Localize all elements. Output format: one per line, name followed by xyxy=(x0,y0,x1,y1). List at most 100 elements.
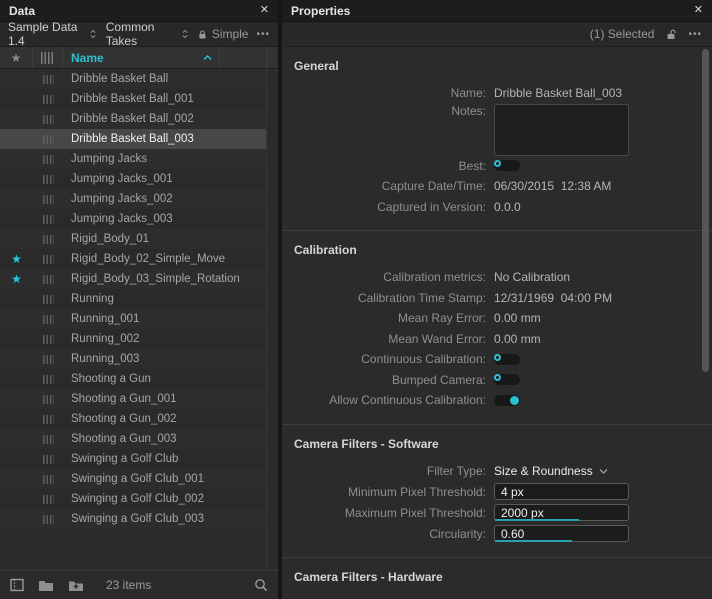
take-icon-cell xyxy=(33,75,63,84)
property-row: Filter Type:Size & Roundness xyxy=(282,461,712,482)
folder-icon[interactable] xyxy=(38,579,54,592)
take-row[interactable]: ★ Rigid_Body_02_Simple_Move xyxy=(0,249,266,269)
take-row[interactable]: Shooting a Gun_003 xyxy=(0,429,266,449)
take-row[interactable]: Swinging a Golf Club_002 xyxy=(0,489,266,509)
properties-section: CalibrationCalibration metrics:No Calibr… xyxy=(282,231,712,424)
slider-fill xyxy=(495,519,579,521)
take-list: Dribble Basket Ball Dribble Basket Ball_… xyxy=(0,69,267,570)
data-toolbar: Sample Data 1.4 Common Takes Simple ••• xyxy=(0,22,278,47)
property-label: Maximum Pixel Threshold: xyxy=(292,506,486,520)
session-pane-icon[interactable] xyxy=(10,578,24,592)
property-value: No Calibration xyxy=(494,270,570,284)
notes-field[interactable] xyxy=(494,104,629,156)
take-row[interactable]: Running_002 xyxy=(0,329,266,349)
star-column-header[interactable]: ★ xyxy=(0,47,33,68)
take-row[interactable]: Swinging a Golf Club_003 xyxy=(0,509,266,529)
take-row[interactable]: Shooting a Gun_002 xyxy=(0,409,266,429)
take-icon-cell xyxy=(33,155,63,164)
property-value: 0.00 mm xyxy=(494,311,541,325)
take-row[interactable]: Dribble Basket Ball_001 xyxy=(0,89,266,109)
take-row[interactable]: Swinging a Golf Club_001 xyxy=(0,469,266,489)
row-star-icon[interactable]: ★ xyxy=(0,252,33,266)
take-name: Jumping Jacks_002 xyxy=(63,193,173,205)
property-row: Continuous Calibration: xyxy=(282,349,712,370)
data-menu-button[interactable]: ••• xyxy=(256,29,270,40)
simple-mode-label[interactable]: Simple xyxy=(212,27,249,41)
filter-type-dropdown[interactable]: Size & Roundness xyxy=(494,464,608,478)
data-titlebar: Data ✕ xyxy=(0,0,278,22)
section-header: General xyxy=(282,59,712,73)
properties-menu-button[interactable]: ••• xyxy=(688,29,702,40)
list-header: ★ Name xyxy=(0,47,278,69)
unlock-icon[interactable] xyxy=(666,29,676,40)
toggle-knob xyxy=(494,354,501,361)
property-value: 12/31/1969 04:00 PM xyxy=(494,291,612,305)
session-selector[interactable]: Sample Data 1.4 xyxy=(8,20,96,48)
take-row[interactable]: Jumping Jacks_003 xyxy=(0,209,266,229)
take-bars-icon xyxy=(43,335,54,344)
item-count: 23 items xyxy=(106,578,151,592)
take-row[interactable]: Jumping Jacks_002 xyxy=(0,189,266,209)
name-column-label: Name xyxy=(71,51,104,65)
property-row: Captured in Version:0.0.0 xyxy=(282,197,712,218)
toggle-switch[interactable] xyxy=(494,374,520,385)
take-row[interactable]: Running xyxy=(0,289,266,309)
new-folder-icon[interactable] xyxy=(68,579,84,592)
value-input[interactable]: 0.60 xyxy=(494,525,629,542)
take-bars-icon xyxy=(43,255,54,264)
close-icon[interactable]: ✕ xyxy=(694,5,703,16)
take-row[interactable]: Shooting a Gun_001 xyxy=(0,389,266,409)
lock-icon[interactable] xyxy=(198,29,207,40)
takes-column-header[interactable] xyxy=(33,47,63,68)
property-row: Capture Date/Time:06/30/2015 12:38 AM xyxy=(282,176,712,197)
take-name: Shooting a Gun_002 xyxy=(63,413,177,425)
take-row[interactable]: Shooting a Gun xyxy=(0,369,266,389)
take-row[interactable]: Running_001 xyxy=(0,309,266,329)
value-input[interactable]: 4 px xyxy=(494,483,629,500)
property-label: Calibration Time Stamp: xyxy=(292,291,486,305)
take-row[interactable]: Dribble Basket Ball_003 xyxy=(0,129,266,149)
property-label: Best: xyxy=(292,159,486,173)
scrollbar-thumb[interactable] xyxy=(702,49,709,372)
value-input[interactable]: 2000 px xyxy=(494,504,629,521)
take-icon-cell xyxy=(33,95,63,104)
toggle-switch[interactable] xyxy=(494,160,520,171)
close-icon[interactable]: ✕ xyxy=(260,5,269,16)
take-list-wrap: Dribble Basket Ball Dribble Basket Ball_… xyxy=(0,69,278,570)
star-icon: ★ xyxy=(11,51,22,65)
take-row[interactable]: Jumping Jacks xyxy=(0,149,266,169)
take-row[interactable]: Jumping Jacks_001 xyxy=(0,169,266,189)
take-bars-icon xyxy=(43,515,54,524)
section-header: Camera Filters - Software xyxy=(282,437,712,451)
toggle-switch[interactable] xyxy=(494,354,520,365)
take-name: Shooting a Gun_003 xyxy=(63,433,177,445)
section-header: Camera Filters - Hardware xyxy=(282,570,712,584)
input-value: 4 px xyxy=(501,485,524,499)
properties-toolbar: (1) Selected ••• xyxy=(282,22,712,47)
take-bars-icon xyxy=(43,115,54,124)
take-row[interactable]: Dribble Basket Ball_002 xyxy=(0,109,266,129)
property-row: Bumped Camera: xyxy=(282,370,712,391)
property-value: 0.0.0 xyxy=(494,200,521,214)
row-star-icon[interactable]: ★ xyxy=(0,272,33,286)
property-label: Continuous Calibration: xyxy=(292,352,486,366)
take-name: Rigid_Body_01 xyxy=(63,233,149,245)
take-name: Swinging a Golf Club xyxy=(63,453,178,465)
take-bars-icon xyxy=(43,275,54,284)
toggle-switch[interactable] xyxy=(494,395,520,406)
name-column-header[interactable]: Name xyxy=(63,47,220,68)
take-row[interactable]: Running_003 xyxy=(0,349,266,369)
property-label: Minimum Pixel Threshold: xyxy=(292,485,486,499)
take-icon-cell xyxy=(33,215,63,224)
take-name: Dribble Basket Ball xyxy=(63,73,168,85)
take-name: Jumping Jacks_001 xyxy=(63,173,173,185)
take-row[interactable]: Rigid_Body_01 xyxy=(0,229,266,249)
take-icon-cell xyxy=(33,115,63,124)
take-row[interactable]: ★ Rigid_Body_03_Simple_Rotation xyxy=(0,269,266,289)
data-panel: Data ✕ Sample Data 1.4 Common Takes xyxy=(0,0,278,599)
take-group-selector[interactable]: Common Takes xyxy=(106,20,188,48)
take-row[interactable]: Swinging a Golf Club xyxy=(0,449,266,469)
take-row[interactable]: Dribble Basket Ball xyxy=(0,69,266,89)
dropdown-value: Size & Roundness xyxy=(494,464,593,478)
search-icon[interactable] xyxy=(254,578,268,592)
